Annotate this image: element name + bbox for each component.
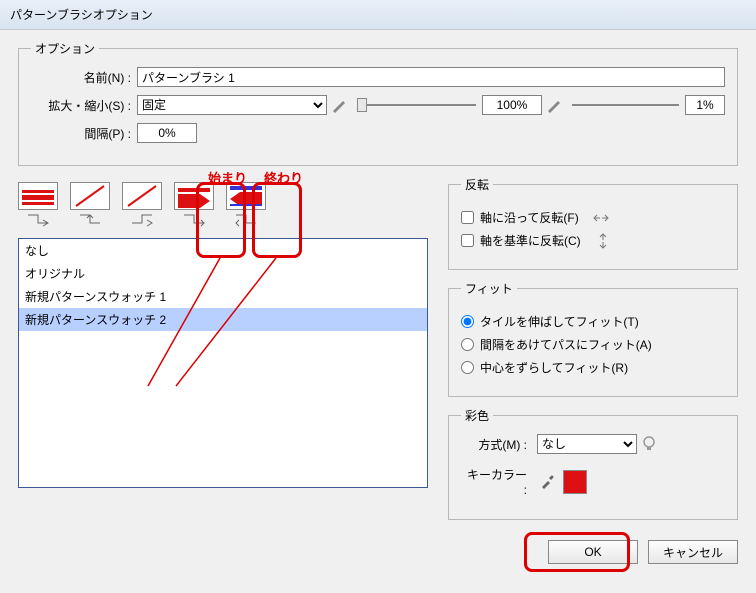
method-label: 方式(M) :: [461, 436, 527, 453]
tile-outer-icon: [79, 214, 101, 228]
tile-inner-corner[interactable]: [122, 182, 162, 210]
name-input[interactable]: [137, 67, 725, 87]
flip-along-checkbox[interactable]: [461, 211, 474, 224]
tile-side[interactable]: [18, 182, 58, 210]
fit-gap-label: 間隔をあけてパスにフィット(A): [480, 336, 652, 353]
keycolor-label: キーカラー :: [461, 466, 527, 497]
flip-across-label: 軸を基準に反転(C): [480, 232, 581, 249]
highlight-start: [196, 182, 246, 258]
spacing-label: 間隔(P) :: [31, 125, 131, 142]
scale-slider-2[interactable]: [572, 104, 679, 106]
highlight-end: [252, 182, 302, 258]
flip-legend: 反転: [461, 176, 493, 193]
flip-along-icon: [593, 210, 609, 226]
pen-icon-left: [331, 97, 347, 113]
color-group: 彩色 方式(M) : なし キーカラー :: [448, 407, 738, 520]
title-bar: パターンブラシオプション: [0, 0, 756, 30]
scale-mode-select[interactable]: 固定: [137, 95, 327, 115]
annotation-end: 終わり: [264, 168, 303, 187]
method-select[interactable]: なし: [537, 434, 637, 454]
scale-value2-input[interactable]: [685, 95, 725, 115]
flip-across-icon: [595, 233, 611, 249]
tips-icon[interactable]: [641, 436, 657, 452]
list-item[interactable]: 新規パターンスウォッチ 1: [19, 285, 427, 308]
dialog-body: オプション 名前(N) : 拡大・縮小(S) : 固定 間隔(P) : 始まり …: [0, 30, 756, 574]
fit-shift-label: 中心をずらしてフィット(R): [480, 359, 628, 376]
list-item[interactable]: オリジナル: [19, 262, 427, 285]
scale-label: 拡大・縮小(S) :: [31, 97, 131, 114]
tile-inner-icon: [131, 214, 153, 228]
flip-group: 反転 軸に沿って反転(F) 軸を基準に反転(C): [448, 176, 738, 270]
flip-along-label: 軸に沿って反転(F): [480, 209, 579, 226]
scale-slider[interactable]: [357, 104, 476, 106]
eyedropper-icon[interactable]: [539, 474, 555, 490]
right-column: 反転 軸に沿って反転(F) 軸を基準に反転(C) フィット タイルを伸ばしてフィ…: [448, 176, 738, 530]
list-item[interactable]: 新規パターンスウォッチ 2: [19, 308, 427, 331]
swatch-list[interactable]: なし オリジナル 新規パターンスウォッチ 1 新規パターンスウォッチ 2: [18, 238, 428, 488]
flip-across-checkbox[interactable]: [461, 234, 474, 247]
options-legend: オプション: [31, 40, 99, 57]
fit-gap-radio[interactable]: [461, 338, 474, 351]
cancel-button[interactable]: キャンセル: [648, 540, 738, 564]
fit-group: フィット タイルを伸ばしてフィット(T) 間隔をあけてパスにフィット(A) 中心…: [448, 280, 738, 397]
pen-icon-right: [546, 97, 562, 113]
fit-stretch-label: タイルを伸ばしてフィット(T): [480, 313, 639, 330]
tile-side-icon: [27, 214, 49, 228]
highlight-ok: [524, 532, 630, 572]
annotation-start: 始まり: [208, 168, 247, 187]
options-group: オプション 名前(N) : 拡大・縮小(S) : 固定 間隔(P) :: [18, 40, 738, 166]
scale-value-input[interactable]: [482, 95, 542, 115]
fit-shift-radio[interactable]: [461, 361, 474, 374]
dialog-title: パターンブラシオプション: [10, 8, 153, 22]
spacing-input[interactable]: [137, 123, 197, 143]
name-label: 名前(N) :: [31, 69, 131, 86]
fit-stretch-radio[interactable]: [461, 315, 474, 328]
tile-outer-corner[interactable]: [70, 182, 110, 210]
fit-legend: フィット: [461, 280, 517, 297]
color-legend: 彩色: [461, 407, 493, 424]
keycolor-swatch[interactable]: [563, 470, 587, 494]
